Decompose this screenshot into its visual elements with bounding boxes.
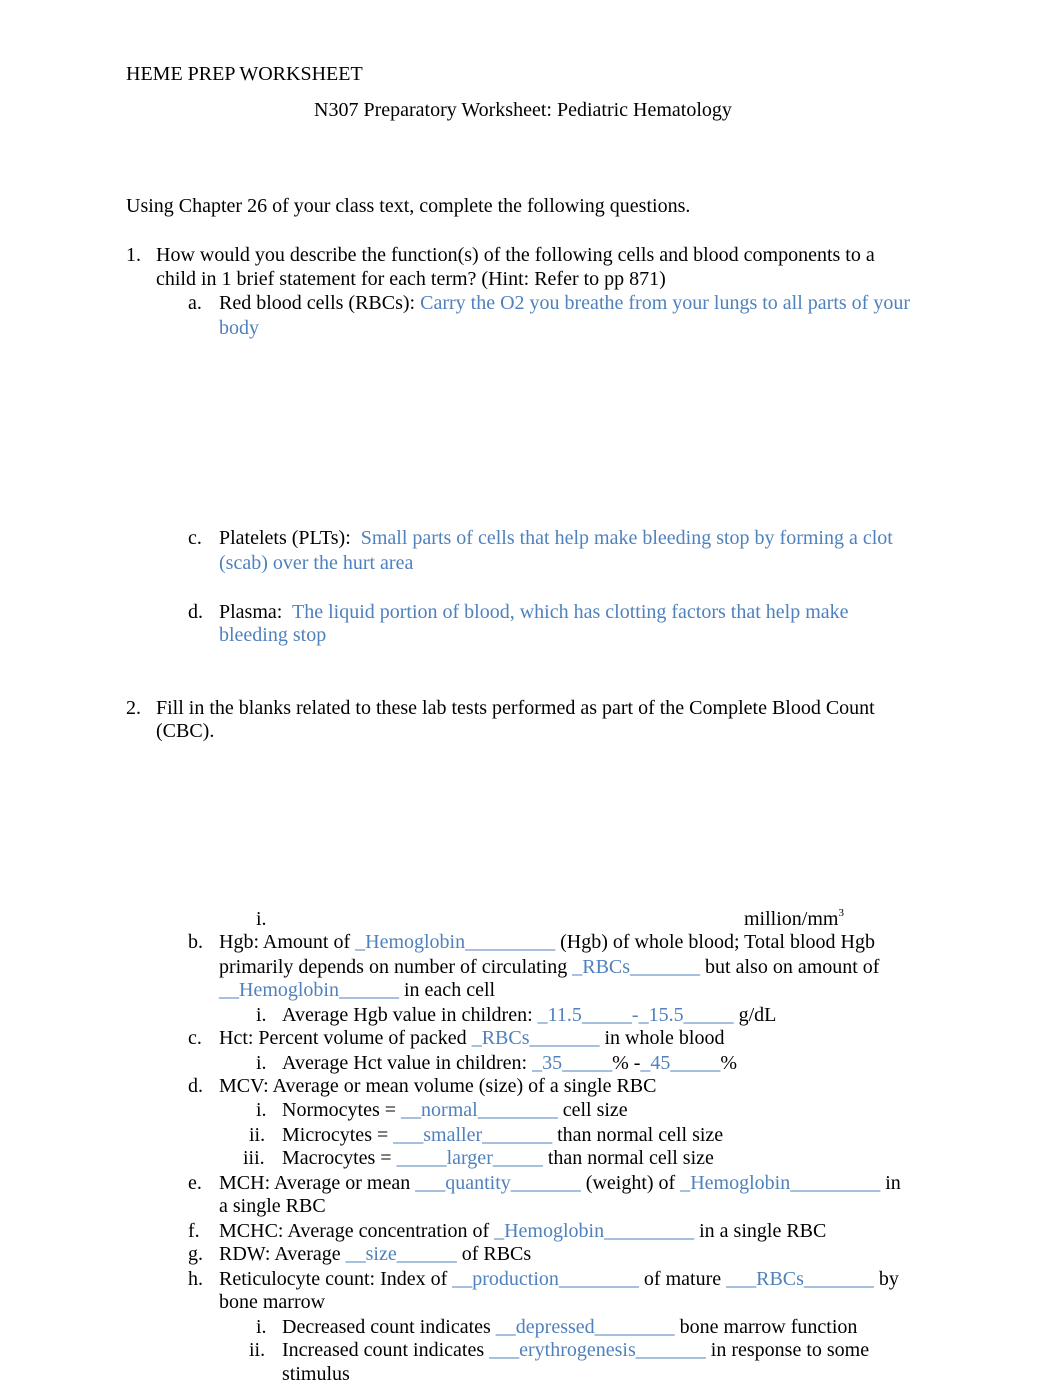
sub-marker: i.: [256, 1004, 267, 1026]
answer-blank: __size______: [345, 1243, 457, 1265]
answer-blank: _45_____: [640, 1052, 721, 1074]
answer-text: body: [219, 317, 259, 339]
answer-blank: ___smaller_______: [393, 1124, 553, 1146]
item-label: Platelets (PLTs):: [219, 527, 351, 549]
item-text: in whole blood: [599, 1027, 725, 1049]
item-marker: f.: [188, 1220, 200, 1242]
item-label: Red blood cells (RBCs):: [219, 292, 416, 314]
rbc-unit: million/mm3: [744, 907, 844, 931]
item-text: Microcytes =: [282, 1124, 394, 1146]
answer-blank: ___quantity_______: [415, 1172, 581, 1194]
unit-text: million/mm: [744, 908, 839, 930]
question-text: Fill in the blanks related to these lab …: [156, 697, 875, 719]
item-text: of mature: [638, 1268, 727, 1290]
item-text: (Hgb) of whole blood; Total blood Hgb: [555, 931, 875, 953]
item-marker: b.: [188, 931, 203, 953]
answer-blank: ___RBCs_______: [726, 1268, 874, 1290]
question-text: child in 1 brief statement for each term…: [156, 268, 666, 290]
item-text: in response to some: [705, 1339, 870, 1361]
item-text: Reticulocyte count: Index of: [219, 1268, 453, 1290]
answer-blank: __Hemoglobin______: [219, 979, 399, 1001]
answer-blank: ___erythrogenesis_______: [489, 1339, 706, 1361]
answer-text: Carry the O2 you breathe from your lungs…: [420, 292, 910, 314]
page-title: N307 Preparatory Worksheet: Pediatric He…: [314, 99, 732, 121]
answer-text: Small parts of cells that help make blee…: [360, 527, 893, 549]
answer-blank: _11.5_____-_15.5_____: [537, 1004, 734, 1026]
answer-blank: _35_____: [532, 1052, 613, 1074]
item-text: MCHC: Average concentration of: [219, 1220, 495, 1242]
question-text: How would you describe the function(s) o…: [156, 244, 875, 266]
item-text: in: [880, 1172, 901, 1194]
question-number: 2.: [126, 697, 141, 719]
item-text: Normocytes =: [282, 1099, 402, 1121]
item-label: Plasma:: [219, 601, 283, 623]
answer-text: bleeding stop: [219, 624, 327, 646]
item-text: bone marrow function: [674, 1316, 858, 1338]
sub-marker: iii.: [243, 1147, 265, 1169]
item-marker: h.: [188, 1268, 203, 1290]
item-text: by: [873, 1268, 899, 1290]
item-text: Average Hct value in children:: [282, 1052, 533, 1074]
item-marker: d.: [188, 601, 203, 623]
item-text: in each cell: [399, 979, 496, 1001]
item-text: %: [720, 1052, 738, 1074]
item-text: than normal cell size: [542, 1147, 714, 1169]
item-text: MCV: Average or mean volume (size) of a …: [219, 1075, 657, 1097]
item-text: Hgb: Amount of: [219, 931, 356, 953]
answer-blank: __depressed________: [495, 1316, 675, 1338]
question-text: (CBC).: [156, 720, 215, 742]
worksheet-label: HEME PREP WORKSHEET: [126, 63, 363, 85]
item-text: Increased count indicates: [282, 1339, 490, 1361]
item-marker: c.: [188, 527, 202, 549]
item-text: Hct: Percent volume of packed: [219, 1027, 472, 1049]
item-marker: e.: [188, 1172, 202, 1194]
item-text: Decreased count indicates: [282, 1316, 496, 1338]
item-text: g/dL: [733, 1004, 777, 1026]
item-marker: c.: [188, 1027, 202, 1049]
answer-blank: _Hemoglobin_________: [680, 1172, 881, 1194]
intro-text: Using Chapter 26 of your class text, com…: [126, 195, 691, 217]
item-text: bone marrow: [219, 1291, 326, 1313]
item-marker: g.: [188, 1243, 203, 1265]
answer-blank: __normal________: [401, 1099, 558, 1121]
answer-blank: _Hemoglobin_________: [494, 1220, 695, 1242]
answer-blank: _RBCs_______: [572, 956, 701, 978]
sub-marker: i.: [256, 1052, 267, 1074]
item-text: cell size: [557, 1099, 628, 1121]
sub-marker: ii.: [249, 1124, 266, 1146]
question-number: 1.: [126, 244, 141, 266]
item-text: RDW: Average: [219, 1243, 346, 1265]
item-text: (weight) of: [580, 1172, 681, 1194]
sub-marker: i.: [256, 1316, 267, 1338]
item-text: than normal cell size: [552, 1124, 724, 1146]
answer-text: The liquid portion of blood, which has c…: [291, 601, 849, 623]
item-text: in a single RBC: [694, 1220, 827, 1242]
item-text: Macrocytes =: [282, 1147, 397, 1169]
item-text: Average Hgb value in children:: [282, 1004, 538, 1026]
item-text: stimulus: [282, 1363, 350, 1385]
item-text: of RBCs: [456, 1243, 532, 1265]
answer-blank: _____larger_____: [396, 1147, 543, 1169]
answer-blank: __production________: [452, 1268, 639, 1290]
item-text: MCH: Average or mean: [219, 1172, 416, 1194]
sub-marker: ii.: [249, 1339, 266, 1361]
answer-blank: _RBCs_______: [471, 1027, 600, 1049]
item-marker: d.: [188, 1075, 203, 1097]
item-text: % -: [612, 1052, 641, 1074]
answer-blank: _Hemoglobin_________: [355, 931, 556, 953]
item-text: but also on amount of: [700, 956, 880, 978]
item-text: primarily depends on number of circulati…: [219, 956, 573, 978]
sub-marker: i.: [256, 1099, 267, 1121]
item-marker: a.: [188, 292, 202, 314]
item-text: a single RBC: [219, 1195, 326, 1217]
sub-marker: i.: [256, 908, 267, 930]
answer-text: (scab) over the hurt area: [219, 552, 414, 574]
unit-superscript: 3: [838, 907, 844, 919]
